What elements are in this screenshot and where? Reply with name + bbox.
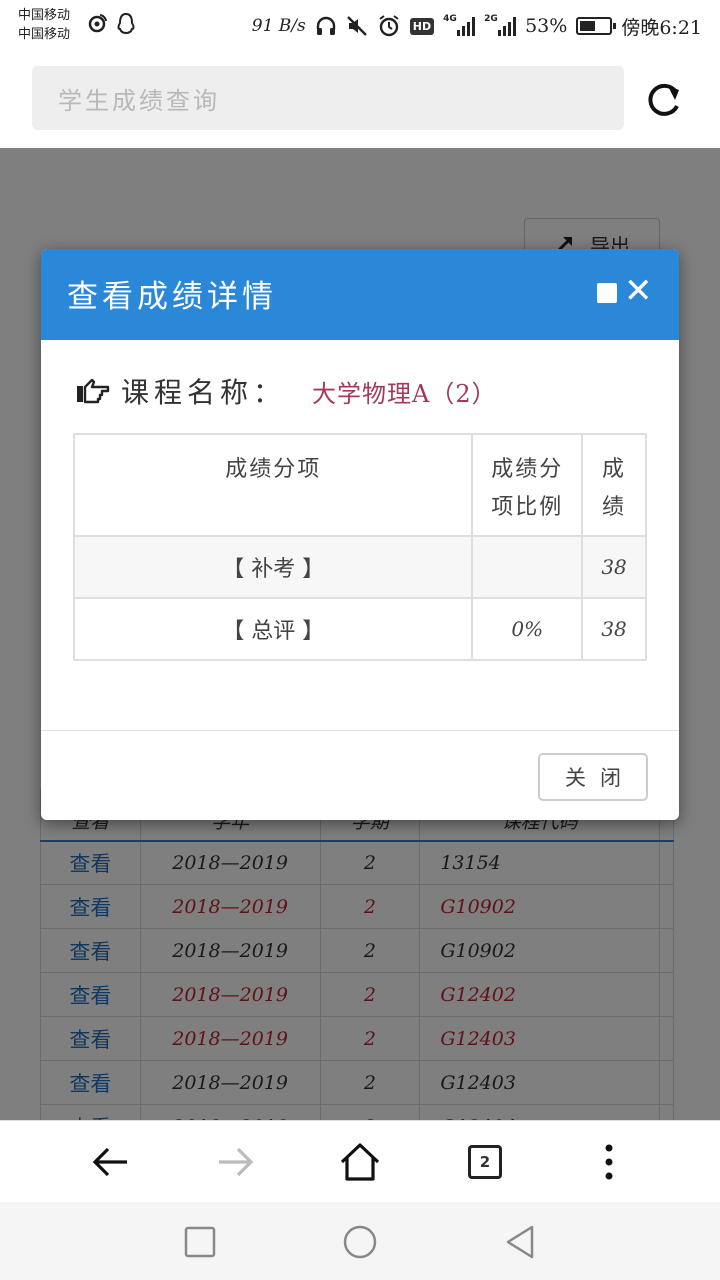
modal-footer: 关闭 xyxy=(41,730,679,820)
browser-toolbar: 2 xyxy=(0,1120,720,1202)
close-button[interactable]: 关闭 xyxy=(538,753,648,801)
signal-4g-icon: 4G xyxy=(443,14,476,36)
signal-2g-icon: 2G xyxy=(484,14,517,36)
recent-apps-icon[interactable] xyxy=(180,1222,220,1262)
headphones-icon xyxy=(316,16,335,35)
forward-button[interactable] xyxy=(212,1139,258,1185)
status-right: 91 B/s HD 4G 2G 53% 傍晚6:21 xyxy=(252,12,702,40)
mute-icon xyxy=(346,16,367,36)
arrow-left-icon xyxy=(92,1147,127,1177)
course-label: 课程名称： xyxy=(121,376,287,409)
grade-detail-table: 成绩分项 成绩分 项比例 成 绩 【 补考 】 38 【 总评 】 0% 38 xyxy=(72,433,647,661)
clock: 傍晚6:21 xyxy=(621,16,702,39)
system-nav-bar xyxy=(0,1202,720,1280)
grade-score: 38 xyxy=(581,597,647,661)
carrier-2: 中国移动 xyxy=(18,27,71,42)
course-info: 课程名称： 大学物理A（2） xyxy=(75,369,497,413)
header-grade-ratio: 成绩分 项比例 xyxy=(471,433,584,537)
home-button[interactable] xyxy=(337,1139,383,1185)
back-button[interactable] xyxy=(88,1139,134,1185)
course-name: 大学物理A（2） xyxy=(312,379,497,408)
network-2g-label: 2G xyxy=(484,14,498,24)
detail-row: 【 总评 】 0% 38 xyxy=(72,597,647,661)
modal-title: 查看成绩详情 xyxy=(67,279,277,315)
network-speed: 91 B/s xyxy=(251,16,306,36)
alarm-icon xyxy=(379,15,399,37)
maximize-icon[interactable] xyxy=(597,283,617,303)
modal-header: 查看成绩详情 ✕ xyxy=(41,249,679,340)
battery-icon xyxy=(576,17,617,35)
qq-icon xyxy=(117,12,135,35)
grade-ratio: 0% xyxy=(471,597,584,661)
grade-item: 【 补考 】 xyxy=(72,535,474,599)
tab-count: 2 xyxy=(468,1145,502,1179)
status-bar: 中国移动 中国移动 91 B/s HD 4G 2G 53% 傍晚6:21 xyxy=(0,0,720,52)
weibo-icon xyxy=(88,14,107,33)
back-triangle-icon[interactable] xyxy=(500,1222,540,1262)
more-vertical-icon xyxy=(605,1144,613,1180)
detail-row: 【 补考 】 38 xyxy=(72,535,647,599)
home-circle-icon[interactable] xyxy=(340,1222,380,1262)
grade-score: 38 xyxy=(581,535,647,599)
menu-button[interactable] xyxy=(586,1139,632,1185)
detail-header-row: 成绩分项 成绩分 项比例 成 绩 xyxy=(72,433,647,537)
carrier-info: 中国移动 中国移动 xyxy=(18,6,70,44)
reload-button[interactable] xyxy=(642,78,686,122)
battery-percent: 53% xyxy=(525,15,568,37)
hd-badge: HD xyxy=(409,17,435,35)
arrow-right-icon xyxy=(219,1147,254,1177)
carrier-1: 中国移动 xyxy=(18,8,71,23)
grade-ratio xyxy=(471,535,584,599)
hand-pointer-icon xyxy=(77,378,110,404)
search-input[interactable]: 学生成绩查询 xyxy=(32,66,624,130)
home-icon xyxy=(340,1143,380,1181)
close-icon[interactable]: ✕ xyxy=(624,271,653,311)
grade-item: 【 总评 】 xyxy=(72,597,474,661)
network-4g-label: 4G xyxy=(443,14,457,24)
tabs-button[interactable]: 2 xyxy=(462,1139,508,1185)
address-bar: 学生成绩查询 xyxy=(0,52,720,148)
header-grade-score: 成 绩 xyxy=(581,433,647,537)
grade-detail-modal: 查看成绩详情 ✕ 课程名称： 大学物理A（2） 成绩分项 成绩分 项比例 成 绩… xyxy=(41,249,679,820)
header-grade-item: 成绩分项 xyxy=(72,433,474,537)
